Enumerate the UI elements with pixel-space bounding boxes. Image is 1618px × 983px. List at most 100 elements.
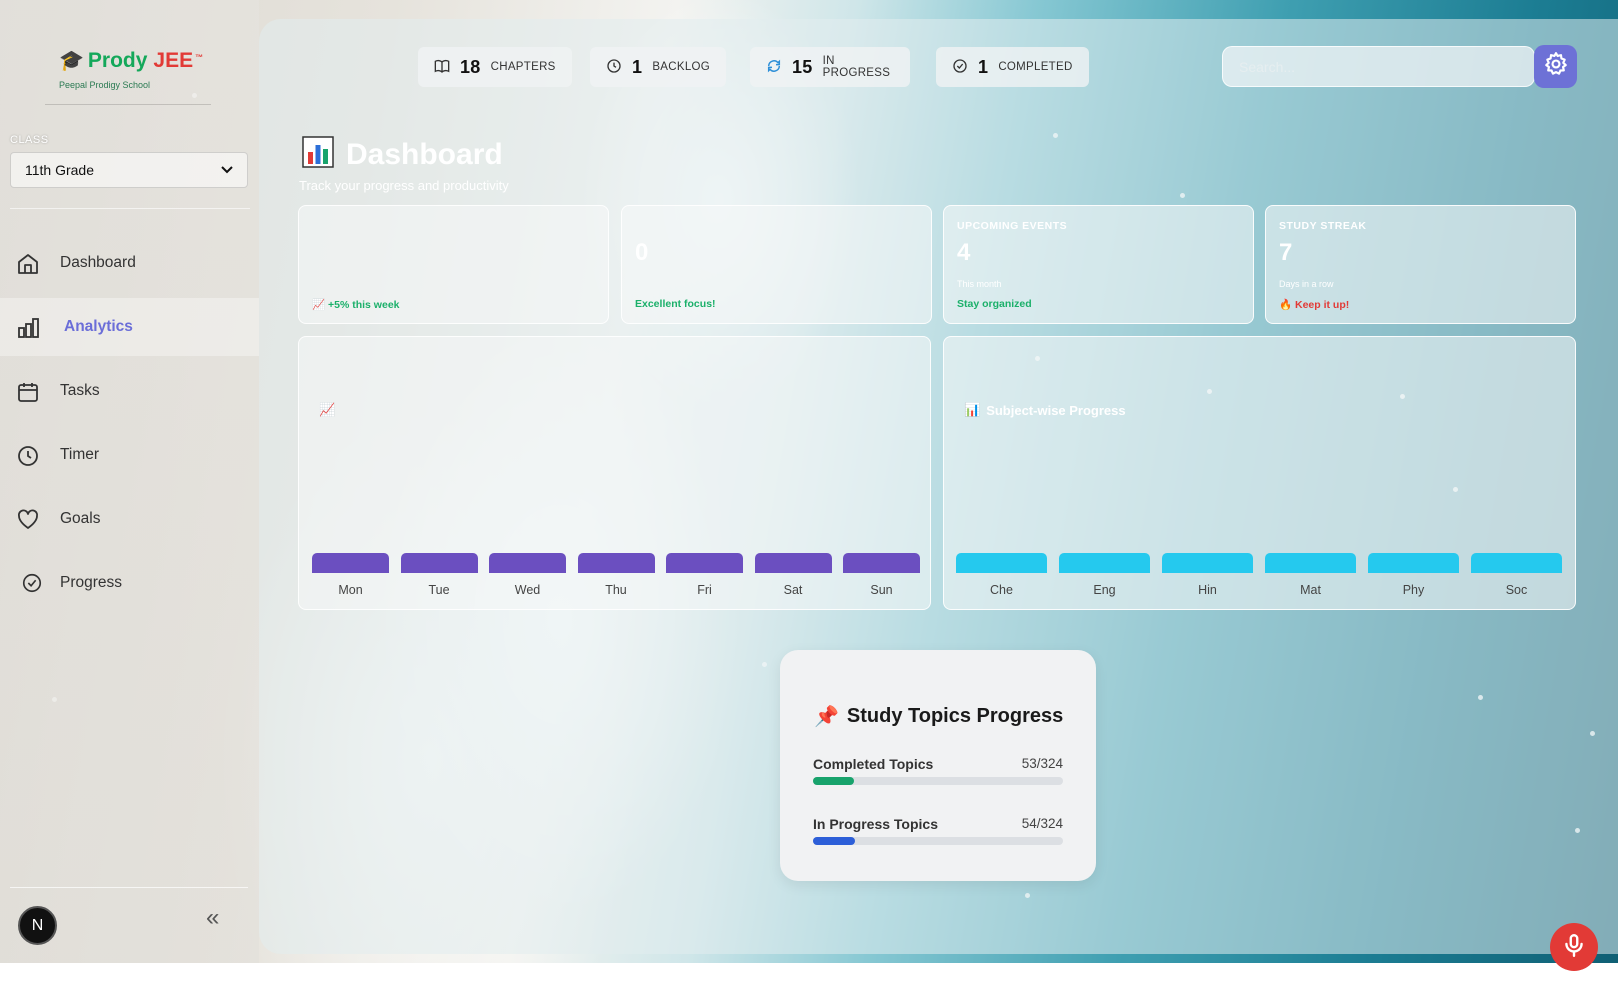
sidebar-item-label: Dashboard <box>60 254 136 271</box>
stat-value: 1 <box>978 56 989 77</box>
check-circle-icon <box>952 58 968 77</box>
sidebar-item-label: Goals <box>60 510 101 527</box>
stat-card: 0 Excellent focus! <box>621 205 932 324</box>
sidebar-item-tasks[interactable]: Tasks <box>0 362 259 420</box>
stat-in-progress[interactable]: 15 IN PROGRESS <box>750 47 910 87</box>
stat-completed[interactable]: 1 COMPLETED <box>936 47 1089 87</box>
stat-value: 15 <box>792 56 813 77</box>
clock-icon <box>606 58 622 77</box>
sidebar-item-label: Progress <box>60 574 123 591</box>
class-select-value: 11th Grade <box>25 162 95 178</box>
card-label: STUDY STREAK <box>1279 220 1367 232</box>
stat-card: 📈 +5% this week <box>298 205 609 324</box>
chart-title: 📈 <box>319 402 341 418</box>
weekly-study-progress-chart: 📈 Mon Tue Wed Thu Fri Sat Sun <box>298 336 931 610</box>
book-icon <box>434 58 450 77</box>
stat-card-upcoming-events: UPCOMING EVENTS 4 This month Stay organi… <box>943 205 1254 324</box>
chart-bar-thu <box>577 553 655 573</box>
search-input[interactable]: Search... <box>1222 46 1535 87</box>
card-title-text: Study Topics Progress <box>846 705 1064 727</box>
chevron-down-icon <box>221 163 233 177</box>
card-value: 7 <box>1279 239 1293 266</box>
bar-chart-icon <box>302 136 334 173</box>
calendar-icon <box>16 380 38 402</box>
study-topics-progress-card: 📌 Study Topics Progress Completed Topics… <box>780 650 1096 881</box>
class-label: CLASS <box>10 134 49 146</box>
stat-card-study-streak: STUDY STREAK 7 Days in a row 🔥 Keep it u… <box>1265 205 1576 324</box>
heart-icon <box>16 508 38 530</box>
chart-tick-label: Mon <box>338 583 363 597</box>
chart-tick-label: Wed <box>514 583 541 597</box>
page-title-text: Dashboard <box>346 137 503 171</box>
chart-bar-mon <box>312 553 389 573</box>
sidebar-item-timer[interactable]: Timer <box>0 426 259 484</box>
stat-backlog[interactable]: 1 BACKLOG <box>590 47 727 87</box>
chart-bar-eng <box>1059 553 1150 573</box>
topic-value: 54/324 <box>1021 816 1063 831</box>
sidebar-item-progress[interactable]: Progress <box>0 554 259 612</box>
chart-bar-sun <box>843 553 920 573</box>
card-footer: 🔥 Keep it up! <box>1279 298 1349 311</box>
sidebar-item-analytics[interactable]: Analytics <box>0 298 259 356</box>
gear-icon <box>1543 51 1569 82</box>
stat-label: BACKLOG <box>652 61 711 73</box>
chart-tick-label: Soc <box>1505 583 1528 597</box>
bar-chart-icon <box>16 316 39 338</box>
voice-input-button[interactable] <box>1550 923 1598 971</box>
brand-name-prody: Prody <box>87 48 148 72</box>
divider <box>10 887 248 888</box>
chart-bar-mat <box>1265 553 1356 573</box>
fire-icon: 🔥 <box>1279 299 1293 311</box>
trend-up-icon: 📈 <box>319 402 336 417</box>
card-footer-text: +5% this week <box>328 299 400 311</box>
chart-tick-label: Tue <box>428 583 450 597</box>
sidebar-item-label: Timer <box>60 446 100 463</box>
chart-tick-label: Thu <box>605 583 627 597</box>
settings-button[interactable] <box>1534 45 1577 88</box>
collapse-sidebar-button[interactable]: « <box>206 904 219 932</box>
stat-chapters[interactable]: 18 CHAPTERS <box>418 47 572 87</box>
refresh-icon <box>766 58 782 77</box>
trend-up-icon: 📈 <box>312 299 326 311</box>
card-title: 📌 Study Topics Progress <box>814 704 1063 729</box>
avatar[interactable]: N <box>18 906 57 945</box>
chart-bar-wed <box>489 553 566 573</box>
card-footer: Excellent focus! <box>635 298 716 310</box>
card-footer: 📈 +5% this week <box>312 298 400 311</box>
completed-topics-row: Completed Topics 53/324 <box>813 756 1063 785</box>
chart-tick-label: Phy <box>1402 583 1425 597</box>
stat-value: 1 <box>632 56 643 77</box>
divider <box>45 104 211 105</box>
brand-name-jee: JEE <box>153 48 194 72</box>
sidebar-item-dashboard[interactable]: Dashboard <box>0 234 259 292</box>
card-subtext: Days in a row <box>1279 279 1334 289</box>
class-select[interactable]: 11th Grade <box>10 152 248 188</box>
chart-bar-soc <box>1471 553 1562 573</box>
chart-tick-label: Eng <box>1093 583 1116 597</box>
chart-bar-sat <box>754 553 832 573</box>
chart-bar-fri <box>666 553 743 573</box>
school-name: Peepal Prodigy School <box>59 80 151 90</box>
home-icon <box>16 252 38 274</box>
card-footer-text: Keep it up! <box>1295 299 1350 311</box>
clock-icon <box>16 444 38 466</box>
stat-label: COMPLETED <box>998 61 1073 73</box>
chart-tick-label: Sun <box>870 583 893 597</box>
progress-fill <box>813 777 854 785</box>
divider <box>10 208 250 209</box>
chart-bar-phy <box>1368 553 1459 573</box>
sidebar-item-label: Tasks <box>60 382 100 399</box>
progress-track <box>813 777 1063 785</box>
card-value: 4 <box>957 239 971 266</box>
chart-tick-label: Sat <box>783 583 803 597</box>
sidebar-item-label: Analytics <box>64 318 133 335</box>
in-progress-topics-row: In Progress Topics 54/324 <box>813 816 1063 845</box>
chart-title-text: Subject-wise Progress <box>986 402 1126 418</box>
brand-logo[interactable]: 🎓 Prody JEE ™ <box>59 48 203 73</box>
topic-label: Completed Topics <box>813 756 934 772</box>
sidebar: 🎓 Prody JEE ™ Peepal Prodigy School CLAS… <box>0 0 259 963</box>
chart-bar-che <box>956 553 1047 573</box>
sidebar-item-goals[interactable]: Goals <box>0 490 259 548</box>
page-title: Dashboard <box>302 136 503 173</box>
card-value: 0 <box>635 239 649 266</box>
